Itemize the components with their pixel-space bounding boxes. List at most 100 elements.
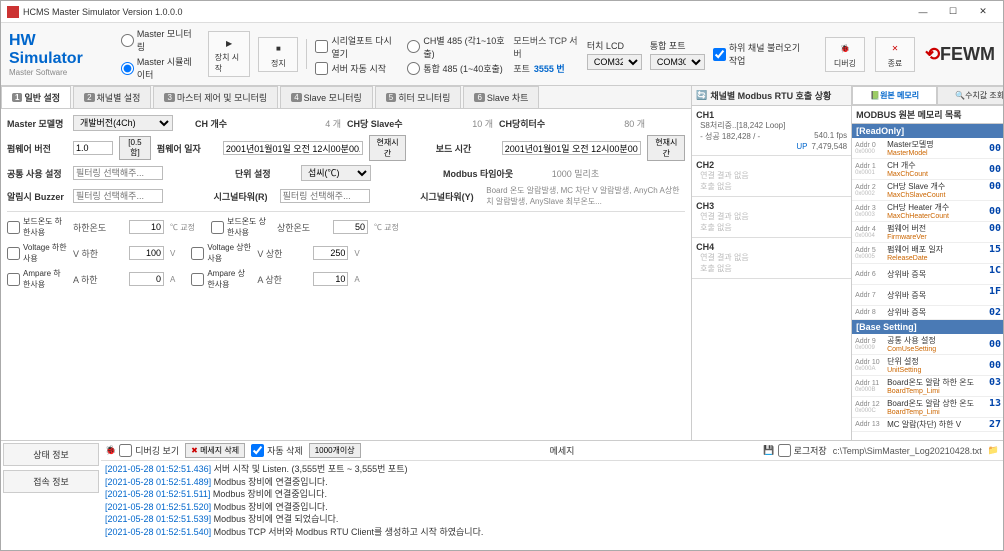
- server-autostart-check[interactable]: 서버 자동 시작: [315, 62, 399, 75]
- tab-slave-chart[interactable]: 6Slave 차트: [463, 86, 539, 108]
- alow-name: A 하한: [73, 273, 123, 286]
- mem-tab-value[interactable]: 🔍수치값 조회: [937, 86, 1003, 105]
- unit-label: 단위 설정: [235, 167, 295, 180]
- debug-view-check[interactable]: 🐞디버깅 보기: [105, 444, 179, 457]
- master-model-select[interactable]: 개발버전(4Ch): [73, 115, 173, 131]
- play-icon: ▶: [220, 34, 238, 52]
- baud-high-check[interactable]: 보드온도 상한사용: [211, 216, 271, 238]
- board-date-label: 보드 시간: [436, 142, 496, 155]
- titlebar: HCMS Master Simulator Version 1.0.0.0 — …: [1, 1, 1003, 23]
- common-input[interactable]: [73, 166, 163, 180]
- vhigh-check[interactable]: Voltage 상한사용: [191, 242, 251, 264]
- status-info-tab[interactable]: 상태 정보: [3, 443, 99, 466]
- mem-list[interactable]: [ReadOnly] Addr 00x0000 Master모델명MasterM…: [852, 124, 1003, 440]
- ahigh-check[interactable]: Ampare 상한사용: [191, 268, 251, 290]
- ch3-title: CH3: [696, 201, 847, 211]
- fw-date-input[interactable]: [223, 141, 363, 155]
- log-line: [2021-05-28 01:52:51.540] Modbus TCP 서버와…: [105, 526, 999, 539]
- vlow-check[interactable]: Voltage 하한사용: [7, 242, 67, 264]
- ch2-sub: 연결 결과 없음: [696, 170, 847, 181]
- auto-delete-check[interactable]: 자동 삭제: [251, 444, 303, 457]
- over1000-button[interactable]: 1000개이상: [309, 443, 361, 458]
- serial-reopen-check[interactable]: 시리얼포트 다시열기: [315, 34, 399, 60]
- high-temp-input[interactable]: [333, 220, 368, 234]
- mem-row[interactable]: Addr 40x0004 펌웨어 버전FirmwareVer 00 FF255: [852, 222, 1003, 243]
- tab-slave-monitor[interactable]: 4Slave 모니터링: [280, 86, 373, 108]
- mode-simulator-radio[interactable]: Master 시뮬레이터: [121, 55, 200, 81]
- mem-row[interactable]: Addr 10x0001 CH 개수MaxChCount 00 04: [852, 159, 1003, 180]
- fw-half-button[interactable]: [0.5함]: [119, 136, 151, 160]
- low-temp-input[interactable]: [129, 220, 164, 234]
- memory-panel: 📗원본 메모리 🔍수치값 조회 MODBUS 원본 메모리 목록 [ReadOn…: [852, 86, 1003, 440]
- minimize-button[interactable]: —: [909, 3, 937, 21]
- ch-heater-value: 80 개: [565, 117, 645, 130]
- folder-icon[interactable]: 📁: [988, 445, 999, 456]
- ch2-sub2: 호출 없음: [696, 181, 847, 192]
- bottom-panel: 상태 정보 접속 정보 🐞디버깅 보기 ✖ 메세지 삭제 자동 삭제 1000개…: [1, 440, 1003, 550]
- ch3-block: CH3 연결 결과 없음 호출 없음: [692, 197, 851, 238]
- mem-row[interactable]: Addr 6 상위바 증목 1C 057173: [852, 264, 1003, 285]
- stop-button[interactable]: ■ 정지: [258, 37, 298, 72]
- tab-heater-monitor[interactable]: 5히터 모니터링: [375, 86, 462, 108]
- now-button-2[interactable]: 현재시간: [647, 135, 685, 161]
- unit-select[interactable]: 섭씨(℃): [301, 165, 371, 181]
- close-button[interactable]: ✕: [969, 3, 997, 21]
- mem-tab-raw[interactable]: 📗원본 메모리: [852, 86, 937, 105]
- msg-delete-button[interactable]: ✖ 메세지 삭제: [185, 443, 245, 458]
- search-icon: 🔍: [955, 91, 965, 100]
- mem-row[interactable]: Addr 50x0005 펌웨어 배포 일자ReleaseDate 15 015…: [852, 243, 1003, 264]
- port-value: 3555 번: [534, 62, 565, 75]
- fw-ver-label: 펌웨어 버전: [7, 142, 67, 155]
- refresh-icon: 🔄: [696, 90, 707, 101]
- master-model-label: Master 모델명: [7, 117, 67, 130]
- start-button[interactable]: ▶ 장치 시작: [208, 31, 251, 77]
- log-area[interactable]: [2021-05-28 01:52:51.436] 서버 시작 및 Listen…: [101, 461, 1003, 550]
- ch-count-value: 4 개: [261, 117, 341, 130]
- conn-info-tab[interactable]: 접속 정보: [3, 470, 99, 493]
- now-button-1[interactable]: 현재시간: [369, 135, 407, 161]
- log-line: [2021-05-28 01:52:51.489] Modbus 장비에 연결중…: [105, 476, 999, 489]
- log-line: [2021-05-28 01:52:51.520] Modbus 장비에 연결중…: [105, 501, 999, 514]
- mem-row[interactable]: Addr 20x0002 CH당 Slave 개수MaxChSlaveCount…: [852, 180, 1003, 201]
- tab-general[interactable]: 1일반 설정: [1, 86, 71, 108]
- timeout-label: Modbus 타임아웃: [443, 167, 513, 180]
- log-save-check[interactable]: 💾로그저장: [763, 444, 826, 457]
- mem-row[interactable]: Addr 100x000A 단위 설정UnitSetting 00 00: [852, 355, 1003, 376]
- low-ch-call-check[interactable]: 하위 채널 불러오기 작업: [713, 41, 809, 67]
- exit-button[interactable]: ✕ 종료: [875, 37, 915, 72]
- right-panel: 🔄채널별 Modbus RTU 호출 상황 CH1 S8처리중..[18,242…: [692, 86, 1003, 440]
- buzzer-input[interactable]: [73, 189, 163, 203]
- fw-date-label: 펌웨어 일자: [157, 142, 217, 155]
- log-line: [2021-05-28 01:52:51.436] 서버 시작 및 Listen…: [105, 463, 999, 476]
- com32-select[interactable]: COM32: [587, 54, 642, 70]
- mem-row[interactable]: Addr 8 상위바 증목 02 00: [852, 306, 1003, 320]
- mem-row[interactable]: Addr 7 상위바 증목 1F 227970: [852, 285, 1003, 306]
- mem-row[interactable]: Addr 30x0003 CH당 Heater 개수MaxChHeaterCou…: [852, 201, 1003, 222]
- vlow-input[interactable]: [129, 246, 164, 260]
- tab-master-control[interactable]: 3마스터 제어 및 모니터링: [153, 86, 278, 108]
- tab-channel[interactable]: 2채널별 설정: [73, 86, 151, 108]
- debug-button[interactable]: 🐞 디버깅: [825, 37, 865, 72]
- ch485-radio[interactable]: CH별 485 (각1~10호출): [407, 34, 505, 60]
- fw-ver-input[interactable]: [73, 141, 113, 155]
- board-date-input[interactable]: [502, 141, 642, 155]
- ahigh-input[interactable]: [313, 272, 348, 286]
- mem-row[interactable]: Addr 13 MC 알람(차단) 하한 V 27 10: [852, 418, 1003, 432]
- brand-subtitle: Master Software: [9, 68, 113, 77]
- maximize-button[interactable]: ☐: [939, 3, 967, 21]
- mode-monitor-radio[interactable]: Master 모니터링: [121, 27, 200, 53]
- mem-row[interactable]: Addr 90x0009 공통 사용 설정ComUseSetting 00 00: [852, 334, 1003, 355]
- mem-row[interactable]: Addr 00x0000 Master모델명MasterModel 00 00: [852, 138, 1003, 159]
- mem-row[interactable]: Addr 120x000C Board온도 알람 상한 온도BoardTemp_…: [852, 397, 1003, 418]
- brand-title: HW Simulator: [9, 32, 83, 67]
- alow-input[interactable]: [129, 272, 164, 286]
- com30-select[interactable]: COM30: [650, 54, 705, 70]
- window-title: HCMS Master Simulator Version 1.0.0.0: [23, 7, 907, 17]
- ch-slave-label: CH당 Slave수: [347, 117, 407, 130]
- vhigh-input[interactable]: [313, 246, 348, 260]
- mem-row[interactable]: Addr 110x000B Board온도 알람 하한 온도BoardTemp_…: [852, 376, 1003, 397]
- baud-low-check[interactable]: 보드온도 하한사용: [7, 216, 67, 238]
- signal-r-input[interactable]: [280, 189, 370, 203]
- alow-check[interactable]: Ampare 하한사용: [7, 268, 67, 290]
- comb485-radio[interactable]: 통합 485 (1~40호출): [407, 62, 505, 75]
